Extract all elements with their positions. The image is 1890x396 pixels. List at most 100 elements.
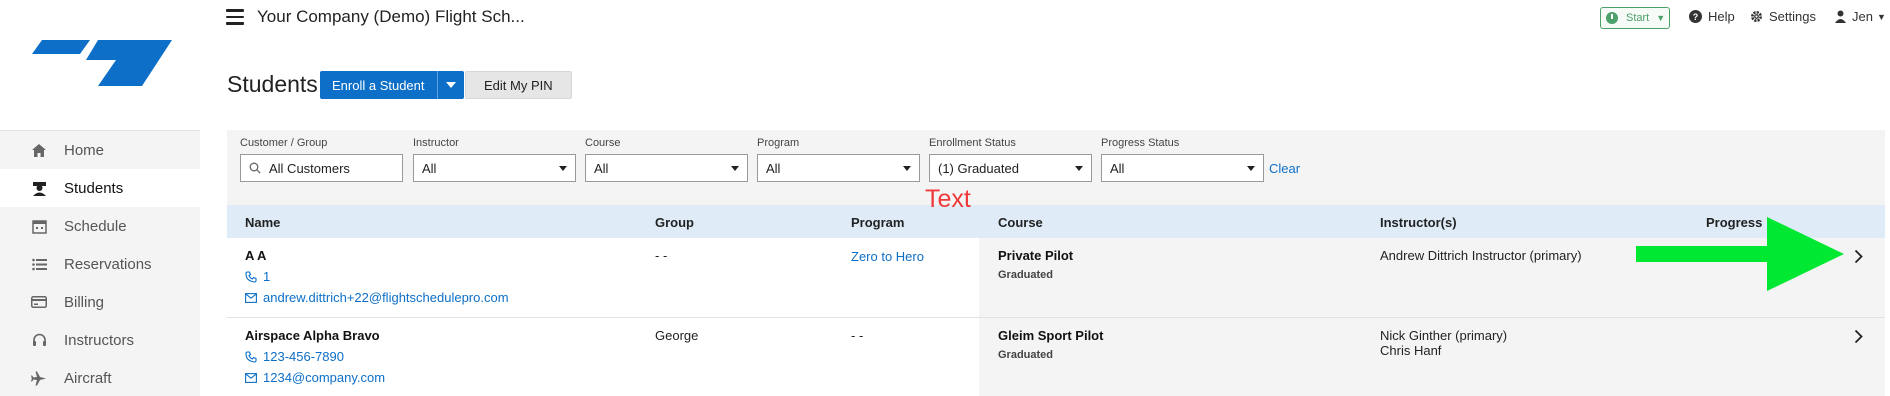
email-text: 1234@company.com xyxy=(263,370,386,385)
course-status: Graduated xyxy=(998,269,1054,281)
start-timer-button[interactable]: Start ▼ xyxy=(1600,7,1670,29)
user-icon xyxy=(1835,10,1846,23)
instructor-filter: Instructor All xyxy=(413,137,576,182)
user-menu[interactable]: Jen ▼ xyxy=(1835,9,1886,24)
gear-icon xyxy=(1750,10,1763,23)
program-link[interactable]: Zero to Hero xyxy=(851,249,924,264)
dropdown-arrow-icon xyxy=(1247,166,1255,171)
column-header-instructors[interactable]: Instructor(s) xyxy=(1380,215,1457,230)
course-name: Gleim Sport Pilot xyxy=(998,328,1104,343)
start-label: Start xyxy=(1626,12,1650,24)
billing-icon xyxy=(30,293,48,311)
help-label: Help xyxy=(1708,9,1735,24)
filter-label: Program xyxy=(757,137,800,149)
table-row[interactable]: Airspace Alpha Bravo 123-456-7890 1234@c… xyxy=(227,318,1885,396)
sidebar-item-students[interactable]: Students xyxy=(0,169,200,207)
headset-icon xyxy=(30,331,48,349)
enrollment-status-filter: Enrollment Status (1) Graduated xyxy=(929,137,1092,182)
student-icon xyxy=(30,179,48,197)
envelope-icon xyxy=(245,372,257,383)
company-title: Your Company (Demo) Flight Sch... xyxy=(257,7,525,26)
enroll-dropdown-toggle[interactable] xyxy=(436,71,464,99)
dropdown-arrow-icon xyxy=(559,166,567,171)
sidebar-item-label: Instructors xyxy=(64,331,135,349)
sidebar-item-label: Reservations xyxy=(64,255,152,273)
student-name: A A xyxy=(245,248,267,263)
column-header-course[interactable]: Course xyxy=(998,215,1043,230)
program-select[interactable]: All xyxy=(757,154,920,182)
dropdown-arrow-icon xyxy=(731,166,739,171)
sidebar-item-schedule[interactable]: Schedule xyxy=(0,207,200,245)
phone-icon xyxy=(245,270,257,283)
course-select[interactable]: All xyxy=(585,154,748,182)
help-link[interactable]: ? Help xyxy=(1689,9,1735,24)
sidebar-item-home[interactable]: Home xyxy=(0,131,200,169)
student-name: Airspace Alpha Bravo xyxy=(245,328,380,343)
group-value: - - xyxy=(655,248,668,263)
list-icon xyxy=(30,255,48,273)
dropdown-arrow-icon xyxy=(903,166,911,171)
filter-bar: Customer / Group All Customers Instructo… xyxy=(227,130,1885,206)
program-value: - - xyxy=(851,328,864,343)
sidebar-item-label: Students xyxy=(64,179,124,197)
filter-value: All xyxy=(594,160,609,176)
settings-label: Settings xyxy=(1769,9,1816,24)
group-value: George xyxy=(655,328,699,343)
enrollment-status-select[interactable]: (1) Graduated xyxy=(929,154,1092,182)
chevron-right-icon[interactable] xyxy=(1854,249,1863,267)
caret-down-icon: ▼ xyxy=(1876,11,1886,22)
filter-label: Customer / Group xyxy=(240,137,328,149)
sidebar-item-billing[interactable]: Billing xyxy=(0,283,200,321)
filter-label: Progress Status xyxy=(1101,137,1180,149)
chevron-right-icon[interactable] xyxy=(1854,329,1863,347)
user-label: Jen xyxy=(1852,9,1873,24)
clear-filters-link[interactable]: Clear xyxy=(1269,161,1300,176)
home-icon xyxy=(30,141,48,159)
enroll-student-button[interactable]: Enroll a Student xyxy=(320,71,437,99)
filter-value: All xyxy=(1110,160,1125,176)
sidebar-item-instructors[interactable]: Instructors xyxy=(0,321,200,359)
sidebar-item-label: Billing xyxy=(64,293,105,311)
course-name: Private Pilot xyxy=(998,248,1074,263)
email-text: andrew.dittrich+22@flightschedulepro.com xyxy=(263,290,509,305)
instructor-select[interactable]: All xyxy=(413,154,576,182)
student-email-link[interactable]: andrew.dittrich+22@flightschedulepro.com xyxy=(245,290,509,305)
column-header-group[interactable]: Group xyxy=(655,215,694,230)
hamburger-menu-icon[interactable] xyxy=(226,9,244,25)
column-header-name[interactable]: Name xyxy=(245,215,280,230)
program-filter: Program All xyxy=(757,137,920,182)
sidebar-item-label: Aircraft xyxy=(64,369,112,387)
dropdown-arrow-icon xyxy=(1075,166,1083,171)
progress-status-select[interactable]: All xyxy=(1101,154,1264,182)
settings-link[interactable]: Settings xyxy=(1750,9,1816,24)
calendar-icon xyxy=(30,217,48,235)
top-bar: Your Company (Demo) Flight Sch... Start … xyxy=(200,0,1890,36)
annotation-text-label: Text xyxy=(925,185,971,213)
student-phone-link[interactable]: 1 xyxy=(245,269,509,284)
filter-label: Instructor xyxy=(413,137,459,149)
instructor-primary: Nick Ginther (primary) xyxy=(1380,328,1508,343)
column-header-program[interactable]: Program xyxy=(851,215,904,230)
course-filter: Course All xyxy=(585,137,748,182)
envelope-icon xyxy=(245,292,257,303)
student-phone-link[interactable]: 123-456-7890 xyxy=(245,349,385,364)
edit-pin-button[interactable]: Edit My PIN xyxy=(465,71,572,99)
filter-value: (1) Graduated xyxy=(938,160,1019,176)
company-logo xyxy=(32,40,172,86)
sidebar-item-reservations[interactable]: Reservations xyxy=(0,245,200,283)
enroll-student-button-group: Enroll a Student xyxy=(320,71,464,99)
caret-down-icon xyxy=(445,82,456,88)
clock-icon xyxy=(1606,12,1618,24)
student-email-link[interactable]: 1234@company.com xyxy=(245,370,385,385)
sidebar-nav: Home Students Schedule Reservations Bill… xyxy=(0,130,200,396)
page-title: Students xyxy=(227,71,318,97)
customer-search-input[interactable]: All Customers xyxy=(240,154,403,182)
instructor-primary: Andrew Dittrich Instructor (primary) xyxy=(1380,248,1582,263)
sidebar-item-aircraft[interactable]: Aircraft xyxy=(0,359,200,396)
caret-down-icon: ▼ xyxy=(1656,13,1666,23)
customer-filter: Customer / Group All Customers xyxy=(240,137,403,182)
phone-text: 123-456-7890 xyxy=(263,349,344,364)
filter-label: Enrollment Status xyxy=(929,137,1016,149)
course-status: Graduated xyxy=(998,349,1054,361)
phone-text: 1 xyxy=(263,269,271,284)
